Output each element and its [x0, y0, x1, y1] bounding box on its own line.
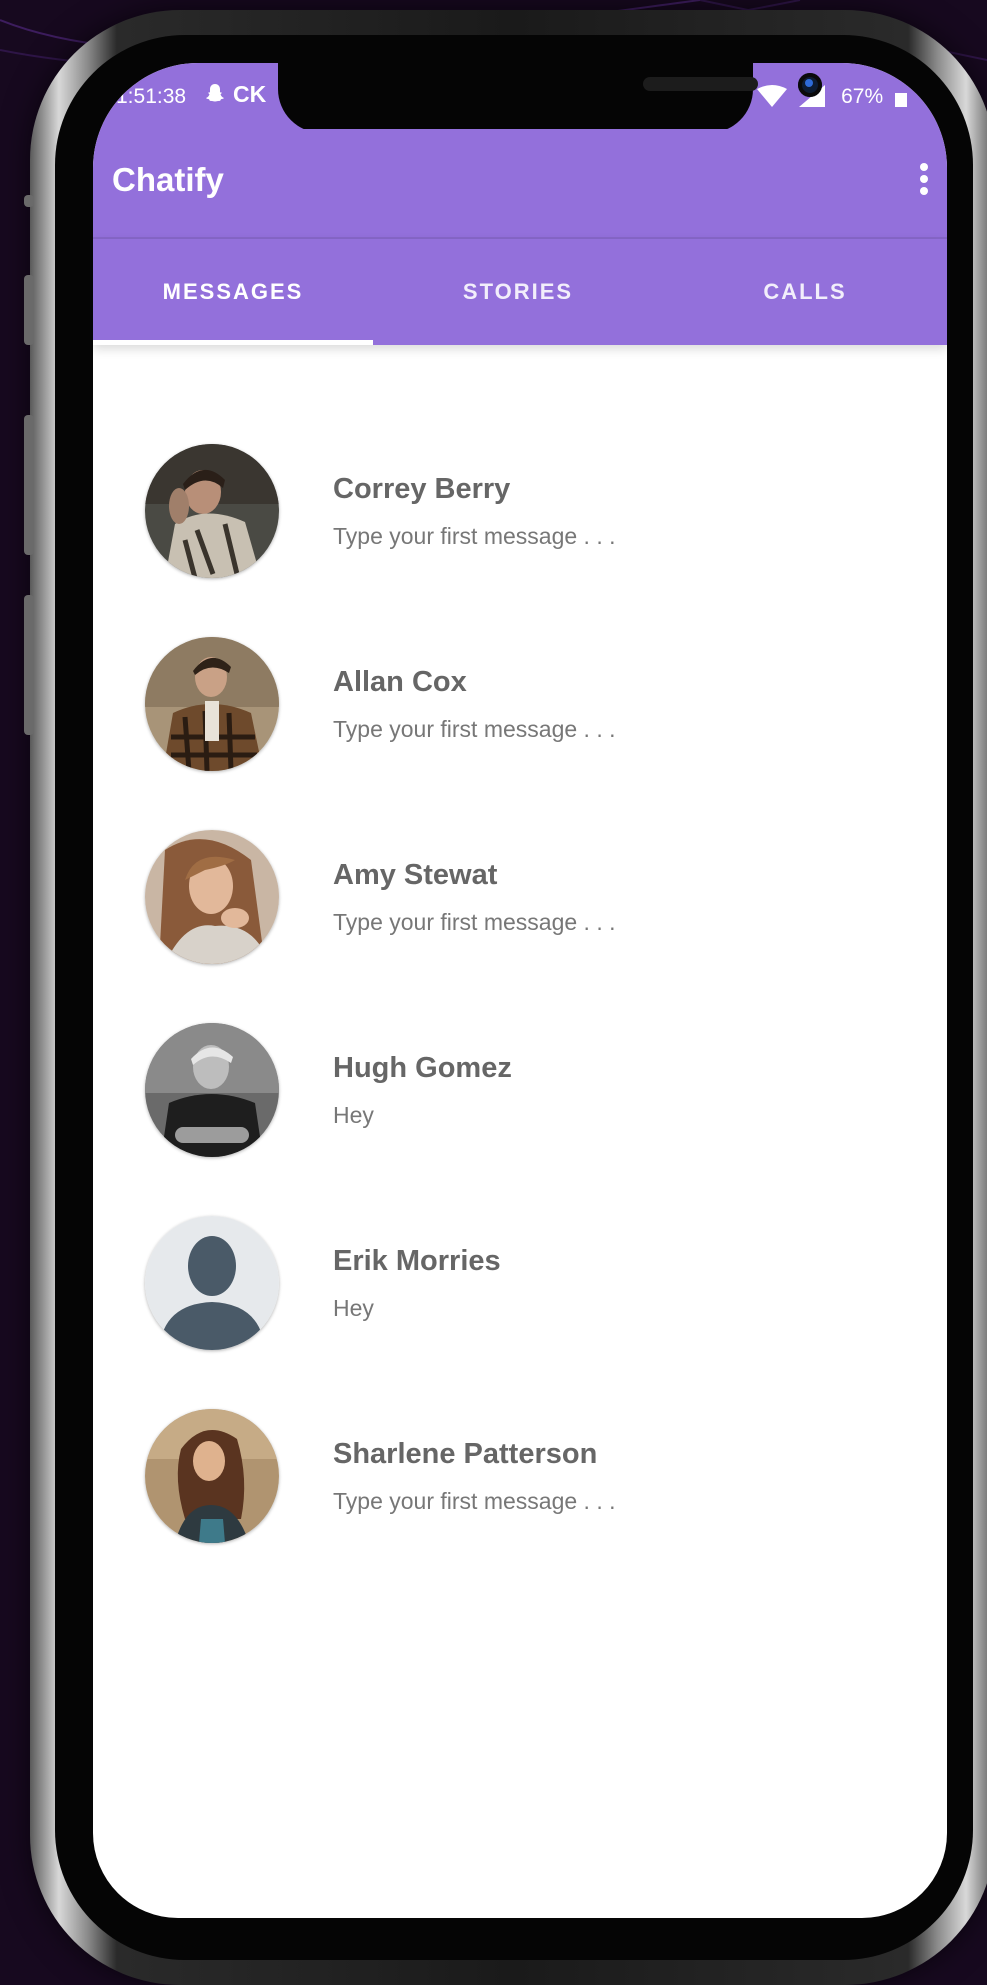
- phone-screen: 1:51:38 CK 67% Chatify MESSAGES STORIES: [93, 63, 947, 1918]
- volume-down-button: [24, 595, 34, 735]
- speaker-grille: [643, 77, 758, 91]
- tab-label: STORIES: [462, 279, 574, 304]
- tab-label: CALLS: [763, 279, 847, 304]
- chat-item[interactable]: Sharlene Patterson Type your first messa…: [93, 1400, 947, 1593]
- chat-name: Allan Cox: [333, 666, 467, 698]
- chat-item[interactable]: Amy Stewat Type your first message . . .: [93, 821, 947, 1014]
- battery-percent: 67%: [841, 85, 884, 108]
- chat-preview: Type your first message . . .: [333, 1488, 616, 1514]
- wifi-icon: [757, 85, 788, 107]
- tab-indicator: [93, 340, 373, 345]
- chat-preview: Type your first message . . .: [333, 716, 616, 742]
- chat-name: Amy Stewat: [333, 859, 498, 891]
- tab-calls[interactable]: CALLS: [663, 239, 947, 345]
- avatar: [145, 1409, 279, 1543]
- side-button: [24, 195, 34, 207]
- chat-preview: Hey: [333, 1102, 374, 1128]
- battery-icon: [895, 93, 907, 107]
- chat-name: Erik Morries: [333, 1245, 501, 1277]
- chat-preview: Type your first message . . .: [333, 909, 616, 935]
- snapchat-icon: [206, 84, 224, 102]
- app-bar: Chatify: [93, 129, 947, 239]
- tab-bar: MESSAGES STORIES CALLS: [93, 239, 947, 345]
- avatar: [145, 444, 279, 578]
- chat-item[interactable]: Allan Cox Type your first message . . .: [93, 628, 947, 821]
- status-notification-text: CK: [203, 81, 266, 108]
- chat-preview: Type your first message . . .: [333, 523, 616, 549]
- volume-up-button: [24, 415, 34, 555]
- app-title: Chatify: [112, 161, 224, 198]
- tab-label: MESSAGES: [162, 279, 304, 304]
- notch: [278, 63, 822, 133]
- front-camera: [798, 73, 822, 97]
- chat-item[interactable]: Erik Morries Hey: [93, 1207, 947, 1400]
- status-time: 1:51:38: [116, 85, 187, 108]
- tab-stories[interactable]: STORIES: [373, 239, 663, 345]
- avatar: [145, 1023, 279, 1157]
- avatar: [145, 637, 279, 771]
- tab-messages[interactable]: MESSAGES: [93, 239, 373, 345]
- chat-name: Sharlene Patterson: [333, 1438, 598, 1470]
- chat-name: Correy Berry: [333, 473, 511, 505]
- chat-name: Hugh Gomez: [333, 1052, 512, 1084]
- chat-preview: Hey: [333, 1295, 374, 1321]
- status-carrier: CK: [233, 81, 267, 107]
- chat-item[interactable]: Hugh Gomez Hey: [93, 1014, 947, 1207]
- avatar: [145, 1216, 279, 1350]
- chat-item[interactable]: Correy Berry Type your first message . .…: [93, 435, 947, 628]
- more-vert-icon[interactable]: [913, 163, 935, 203]
- avatar: [145, 830, 279, 964]
- default-user-icon: [145, 1216, 279, 1350]
- side-button: [24, 275, 34, 345]
